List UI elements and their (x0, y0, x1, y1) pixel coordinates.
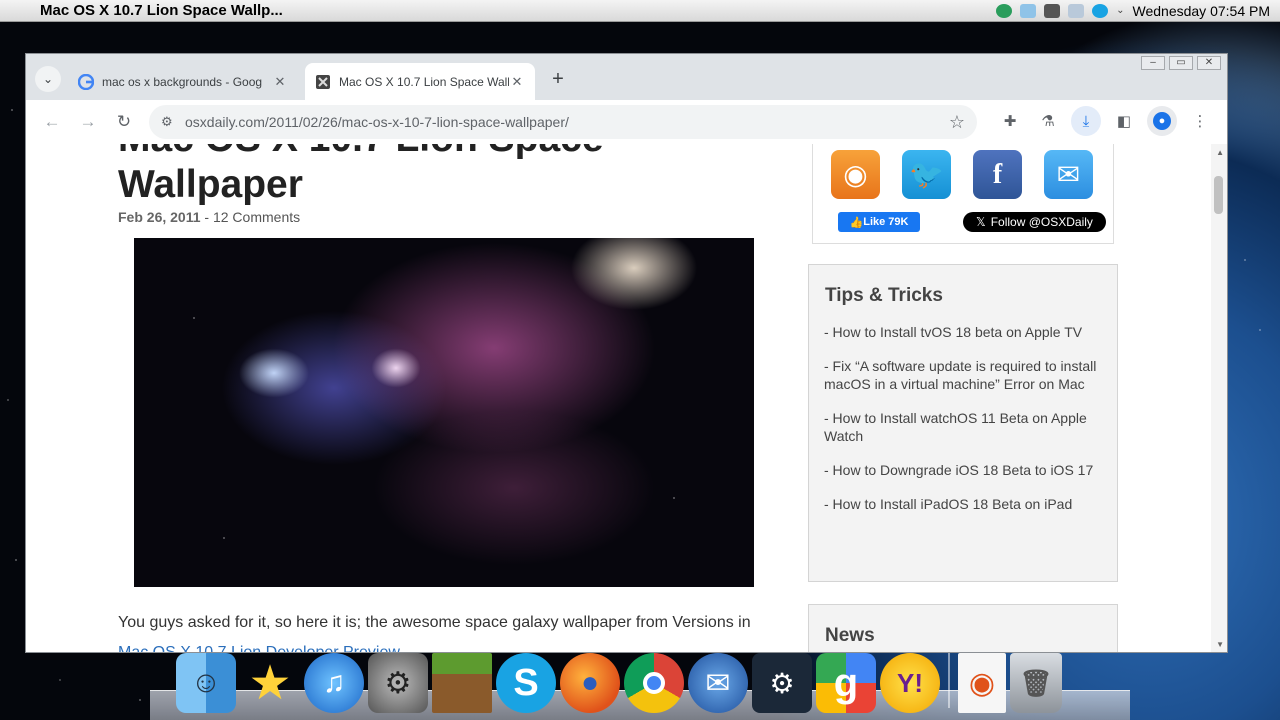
social-icons: ◉ 🐦 f ✉ (831, 150, 1093, 199)
menu-bar: Mac OS X 10.7 Lion Space Wallp... ⌄ Wedn… (0, 0, 1280, 22)
google-favicon-icon (78, 73, 94, 90)
tips-tricks-box: Tips & Tricks - How to Install tvOS 18 b… (808, 264, 1118, 582)
article-body-text: You guys asked for it, so here it is; th… (118, 614, 751, 631)
labs-flask-icon[interactable]: ⚗ (1033, 106, 1063, 136)
restore-button[interactable]: ▭ (1169, 56, 1193, 70)
article-body: You guys asked for it, so here it is; th… (118, 608, 768, 652)
tab-close-icon[interactable]: ✕ (509, 74, 525, 90)
scroll-up-icon[interactable]: ▲ (1216, 148, 1224, 157)
facebook-icon[interactable]: f (973, 150, 1022, 199)
developer-preview-link[interactable]: Mac OS X 10.7 Lion Developer Preview (118, 644, 400, 652)
tab-label: Mac OS X 10.7 Lion Space Wall (339, 74, 509, 89)
google-icon[interactable]: g (816, 653, 876, 713)
like-label: Like 79K (863, 216, 909, 228)
menu-kebab-icon[interactable]: ⋮ (1185, 106, 1215, 136)
firefox-icon[interactable]: ● (560, 653, 620, 713)
meta-separator: - (200, 209, 213, 225)
avatar-icon: ● (1153, 112, 1171, 130)
dock-separator (948, 653, 950, 708)
profile-button[interactable]: ● (1147, 106, 1177, 136)
facebook-like-button[interactable]: 👍 Like 79K (838, 212, 920, 232)
back-arrow-icon: ← (43, 112, 61, 131)
tip-link[interactable]: - How to Install tvOS 18 beta on Apple T… (824, 323, 1109, 341)
tab-strip: ⌄ mac os x backgrounds - Goog ✕ Mac OS X… (26, 54, 1227, 100)
tips-title: Tips & Tricks (825, 285, 943, 306)
reload-button[interactable]: ↻ (106, 106, 142, 138)
space-wallpaper-image[interactable] (134, 238, 754, 587)
tip-link[interactable]: - How to Install iPadOS 18 Beta on iPad (824, 495, 1109, 513)
site-settings-icon[interactable]: ⚙ (161, 114, 185, 130)
news-title: News (825, 625, 875, 646)
menu-extras: ⌄ Wednesday 07:54 PM (996, 3, 1280, 19)
twitter-icon[interactable]: 🐦 (902, 150, 951, 199)
back-button[interactable]: ← (34, 106, 70, 138)
status-icon[interactable] (996, 3, 1013, 18)
chrome-icon[interactable] (624, 653, 684, 713)
app-menu-title[interactable]: Mac OS X 10.7 Lion Space Wallp... (40, 2, 283, 19)
article-title: Mac OS X 10.7 Lion Space Wallpaper (118, 144, 604, 206)
tip-link[interactable]: - Fix “A software update is required to … (824, 357, 1109, 393)
reload-icon: ↻ (116, 112, 132, 131)
extensions-puzzle-icon[interactable]: ✚ (995, 106, 1025, 136)
mail-icon[interactable]: ✉ (1044, 150, 1093, 199)
system-preferences-icon[interactable]: ⚙ (368, 653, 428, 713)
trash-icon[interactable]: 🗑 (1010, 653, 1062, 713)
yahoo-messenger-icon[interactable]: Y! (880, 653, 940, 713)
article-date: Feb 26, 2011 (118, 209, 201, 225)
menu-clock[interactable]: Wednesday 07:54 PM (1133, 3, 1271, 19)
firefox-document-icon[interactable]: ◉ (958, 653, 1006, 713)
url-text[interactable]: osxdaily.com/2011/02/26/mac-os-x-10-7-li… (185, 114, 949, 130)
skype-tray-icon[interactable] (1092, 3, 1109, 18)
rss-icon[interactable]: ◉ (831, 150, 880, 199)
page-viewport: Mac OS X 10.7 Lion Space Wallpaper Feb 2… (26, 144, 1227, 652)
x-logo-icon: 𝕏 (976, 215, 986, 229)
download-icon[interactable]: ⤓ (1071, 106, 1101, 136)
browser-toolbar: ← → ↻ ⚙ osxdaily.com/2011/02/26/mac-os-x… (26, 100, 1227, 144)
forward-arrow-icon: → (79, 112, 97, 131)
clipboard-icon[interactable] (1068, 3, 1085, 18)
tips-list: - How to Install tvOS 18 beta on Apple T… (824, 323, 1109, 529)
page-scrollbar[interactable]: ▲ ▼ (1211, 144, 1227, 652)
scroll-thumb[interactable] (1214, 176, 1223, 214)
minimize-button[interactable]: – (1141, 56, 1165, 70)
finder-icon[interactable]: ☺ (176, 653, 236, 713)
tip-link[interactable]: - How to Install watchOS 11 Beta on Appl… (824, 409, 1109, 445)
toolbar-icons: ✚ ⚗ ⤓ ◧ ● ⋮ (995, 106, 1215, 136)
itunes-icon[interactable]: ♫ (304, 653, 364, 713)
social-box: ◉ 🐦 f ✉ 👍 Like 79K 𝕏 Follow @OSXDaily (812, 144, 1114, 244)
scroll-down-icon[interactable]: ▼ (1216, 640, 1224, 649)
news-box: News (808, 604, 1118, 652)
follow-label: Follow @OSXDaily (990, 215, 1093, 229)
osxdaily-favicon-icon (316, 74, 330, 89)
forward-button[interactable]: → (70, 106, 106, 138)
tab-close-icon[interactable]: ✕ (272, 74, 288, 90)
tab-label: mac os x backgrounds - Goog (102, 74, 263, 89)
bookmark-star-icon[interactable]: ☆ (949, 112, 965, 133)
imovie-icon[interactable]: ★ (240, 653, 300, 713)
monitor-icon[interactable] (1020, 3, 1037, 18)
display-icon[interactable] (1044, 3, 1061, 18)
chevron-down-icon[interactable]: ⌄ (1116, 5, 1124, 16)
thumbs-up-icon: 👍 (849, 216, 864, 229)
comments-link[interactable]: 12 Comments (213, 209, 300, 225)
article-meta: Feb 26, 2011 - 12 Comments (118, 209, 300, 225)
x-follow-button[interactable]: 𝕏 Follow @OSXDaily (963, 212, 1106, 232)
browser-window: ⌄ mac os x backgrounds - Goog ✕ Mac OS X… (25, 53, 1228, 653)
skype-icon[interactable]: S (496, 653, 556, 713)
tab-search-button[interactable]: ⌄ (35, 66, 61, 92)
thunderbird-icon[interactable]: ✉ (688, 653, 748, 713)
chevron-down-icon: ⌄ (42, 72, 54, 86)
new-tab-button[interactable]: + (546, 68, 570, 92)
minecraft-icon[interactable] (432, 653, 492, 713)
window-controls: – ▭ ✕ (1141, 56, 1221, 70)
steam-icon[interactable]: ⚙ (752, 653, 812, 713)
close-window-button[interactable]: ✕ (1197, 56, 1221, 70)
tab-google-search[interactable]: mac os x backgrounds - Goog ✕ (68, 63, 298, 100)
dock: ☺ ★ ♫ ⚙ S ● ✉ ⚙ g Y! ◉ 🗑 (176, 653, 1062, 713)
tab-osxdaily[interactable]: Mac OS X 10.7 Lion Space Wall ✕ (305, 63, 535, 100)
side-panel-icon[interactable]: ◧ (1109, 106, 1139, 136)
tip-link[interactable]: - How to Downgrade iOS 18 Beta to iOS 17 (824, 461, 1109, 479)
address-bar[interactable]: ⚙ osxdaily.com/2011/02/26/mac-os-x-10-7-… (149, 105, 977, 139)
